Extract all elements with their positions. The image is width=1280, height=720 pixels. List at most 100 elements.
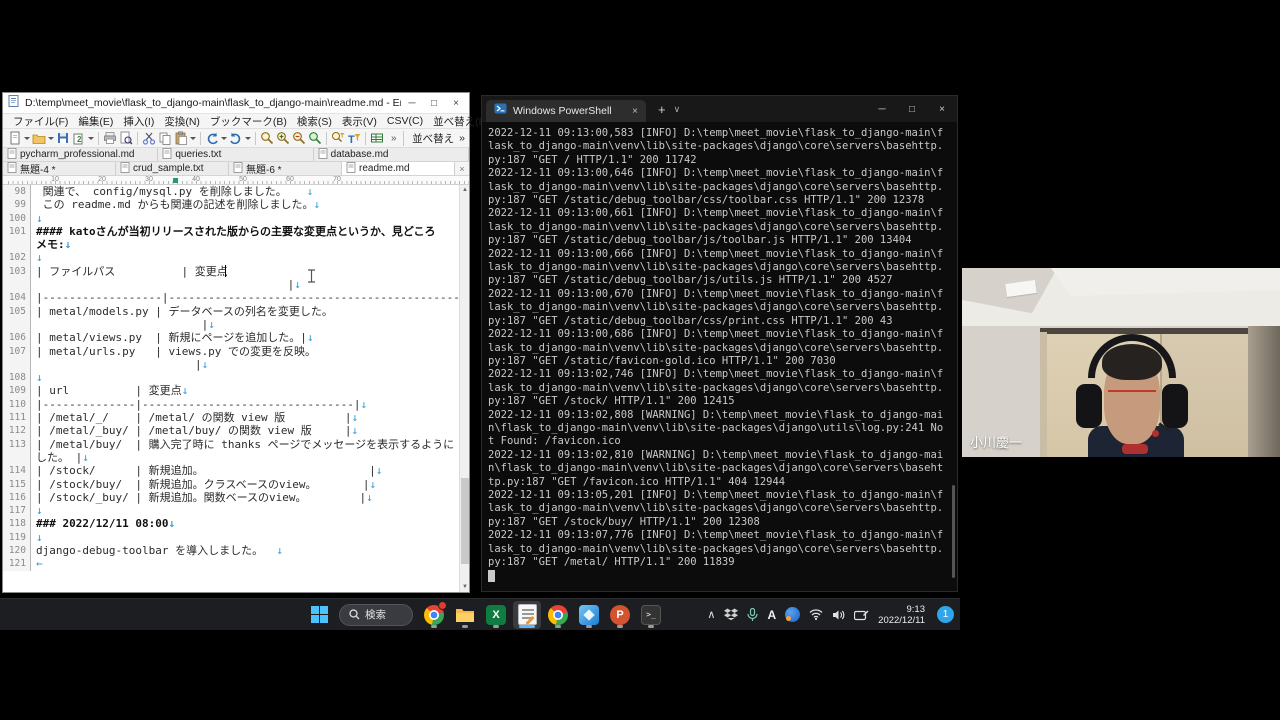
- taskbar-photos[interactable]: [575, 601, 603, 629]
- taskbar-excel[interactable]: X: [482, 601, 510, 629]
- dropbox-icon[interactable]: [724, 608, 738, 621]
- redo-icon[interactable]: [228, 130, 252, 147]
- editor-tab[interactable]: readme.md: [342, 162, 455, 175]
- editor-line[interactable]: |↓: [3, 278, 459, 291]
- scroll-up-icon[interactable]: ▲: [460, 185, 469, 195]
- editor-line[interactable]: 101#### katoさんが当初リリースされた版からの主要な変更点というか、見…: [3, 225, 459, 238]
- editor-line[interactable]: 119↓: [3, 531, 459, 544]
- taskbar-explorer[interactable]: [451, 601, 479, 629]
- editor-tab[interactable]: database.md: [314, 148, 469, 161]
- terminal-scrollbar-thumb[interactable]: [952, 485, 955, 578]
- paste-icon[interactable]: [173, 130, 197, 147]
- ps-maximize-button[interactable]: □: [897, 97, 927, 121]
- editor-line[interactable]: メモ:↓: [3, 238, 459, 251]
- save-icon[interactable]: [55, 130, 71, 147]
- taskbar-terminal[interactable]: >_: [637, 601, 665, 629]
- editor-line[interactable]: 109| url | 変更点↓: [3, 384, 459, 397]
- undo-icon[interactable]: [204, 130, 228, 147]
- menu-item-4[interactable]: ブックマーク(B): [206, 114, 291, 129]
- editor-line[interactable]: 116| /stock/_buy/ | 新規追加。関数ベースのview。 |↓: [3, 491, 459, 504]
- editor-line[interactable]: 111| /metal/_/ | /metal/ の関数 view 版 |↓: [3, 411, 459, 424]
- editor-line[interactable]: 103| ファイルパス | 変更点: [3, 265, 459, 278]
- terminal-output[interactable]: 2022-12-11 09:13:00,583 [INFO] D:\temp\m…: [482, 122, 957, 591]
- ps-minimize-button[interactable]: ─: [867, 97, 897, 121]
- editor-line[interactable]: 110|--------------|---------------------…: [3, 398, 459, 411]
- editor-tab[interactable]: queries.txt: [158, 148, 313, 161]
- editor-line[interactable]: 117↓: [3, 504, 459, 517]
- menu-item-0[interactable]: ファイル(F): [9, 114, 72, 129]
- taskbar-clock[interactable]: 9:13 2022/12/11: [878, 604, 925, 626]
- new-tab-button[interactable]: +: [658, 102, 666, 117]
- editor-line[interactable]: 105| metal/models.py | データベースの列名を変更した。: [3, 305, 459, 318]
- editor-line[interactable]: 107| metal/urls.py | views.py での変更を反映。: [3, 345, 459, 358]
- menu-item-2[interactable]: 挿入(I): [119, 114, 158, 129]
- emeditor-titlebar[interactable]: D:\temp\meet_movie\flask_to_django-main\…: [3, 93, 469, 114]
- editor-vertical-scrollbar[interactable]: ▲ ▼: [459, 185, 469, 592]
- editor-tab[interactable]: pycharm_professional.md: [3, 148, 158, 161]
- toolbar-overflow-icon[interactable]: »: [391, 133, 397, 144]
- taskbar-search[interactable]: 検索: [339, 604, 413, 626]
- editor-line[interactable]: 104|------------------|-----------------…: [3, 291, 459, 304]
- new-file-icon[interactable]: [7, 130, 31, 147]
- menu-item-1[interactable]: 編集(E): [74, 114, 117, 129]
- editor-line[interactable]: 100↓: [3, 212, 459, 225]
- dropdown-caret-icon[interactable]: [48, 137, 54, 140]
- editor-line[interactable]: 108↓: [3, 371, 459, 384]
- editor-line[interactable]: 121←: [3, 557, 459, 570]
- find-icon[interactable]: [259, 130, 275, 147]
- editor-line[interactable]: 99 この readme.md からも関連の記述を削除しました。↓: [3, 198, 459, 211]
- taskbar-chrome-2[interactable]: [544, 601, 572, 629]
- minimize-button[interactable]: ─: [401, 94, 423, 112]
- dropdown-caret-icon[interactable]: [24, 137, 30, 140]
- editor-line[interactable]: 118### 2022/12/11 08:00↓: [3, 517, 459, 530]
- scroll-down-icon[interactable]: ▼: [460, 582, 469, 592]
- zoom-out-icon[interactable]: [291, 130, 307, 147]
- dropdown-caret-icon[interactable]: [190, 137, 196, 140]
- find-next-icon[interactable]: [307, 130, 323, 147]
- editor-line[interactable]: 102↓: [3, 251, 459, 264]
- terminal-scrollbar[interactable]: [951, 124, 956, 587]
- dropdown-caret-icon[interactable]: [88, 137, 94, 140]
- menu-item-7[interactable]: CSV(C): [383, 115, 427, 127]
- taskbar-chrome-1[interactable]: [420, 601, 448, 629]
- editor-tab[interactable]: 無題-4 *: [3, 162, 116, 175]
- blue-app-icon[interactable]: [785, 607, 800, 622]
- menu-item-3[interactable]: 変換(N): [160, 114, 204, 129]
- start-button[interactable]: [306, 602, 332, 628]
- print-preview-icon[interactable]: [118, 130, 134, 147]
- filter-icon[interactable]: T: [346, 130, 362, 147]
- taskbar-powerpoint[interactable]: P: [606, 601, 634, 629]
- sort-toolbar-button[interactable]: 並べ替え »: [403, 131, 465, 146]
- editor-line[interactable]: 106| metal/views.py | 新規にページを追加した。|↓: [3, 331, 459, 344]
- copy-icon[interactable]: [157, 130, 173, 147]
- editor-line[interactable]: 114| /stock/ | 新規追加。 |↓: [3, 464, 459, 477]
- close-button[interactable]: ×: [445, 94, 467, 112]
- pen-device-icon[interactable]: [854, 609, 869, 621]
- find-filter-icon[interactable]: [330, 130, 346, 147]
- powershell-tab[interactable]: Windows PowerShell ×: [486, 100, 646, 122]
- notification-badge[interactable]: 1: [937, 606, 954, 623]
- cut-icon[interactable]: [141, 130, 157, 147]
- ps-close-button[interactable]: ×: [927, 97, 957, 121]
- ime-mode-indicator[interactable]: A: [767, 608, 776, 622]
- editor-line[interactable]: |↓: [3, 358, 459, 371]
- editor-tab[interactable]: crud_sample.txt: [116, 162, 229, 175]
- table-icon[interactable]: [369, 130, 385, 147]
- taskbar-emeditor[interactable]: [513, 601, 541, 629]
- tab-bar-close-icon[interactable]: ×: [455, 162, 469, 175]
- editor-line[interactable]: 115| /stock/buy/ | 新規追加。クラスベースのview。 |↓: [3, 478, 459, 491]
- microphone-icon[interactable]: [747, 608, 758, 622]
- editor-line[interactable]: 113| /metal/buy/ | 購入完了時に thanks ページでメッセ…: [3, 438, 459, 451]
- volume-icon[interactable]: [832, 609, 845, 621]
- menu-item-5[interactable]: 検索(S): [293, 114, 336, 129]
- wifi-icon[interactable]: [809, 609, 823, 620]
- editor-line[interactable]: した。 |↓: [3, 451, 459, 464]
- editor-line[interactable]: 120django-debug-toolbar を導入しました。 ↓: [3, 544, 459, 557]
- open-file-icon[interactable]: [31, 130, 55, 147]
- zoom-in-icon[interactable]: [275, 130, 291, 147]
- save-all-icon[interactable]: 2: [71, 130, 95, 147]
- print-icon[interactable]: [102, 130, 118, 147]
- editor-text-area[interactable]: 98 関連で、 config/mysql.py を削除しました。 ↓99 この …: [3, 185, 459, 592]
- tab-close-icon[interactable]: ×: [632, 106, 638, 117]
- menu-item-6[interactable]: 表示(V): [338, 114, 381, 129]
